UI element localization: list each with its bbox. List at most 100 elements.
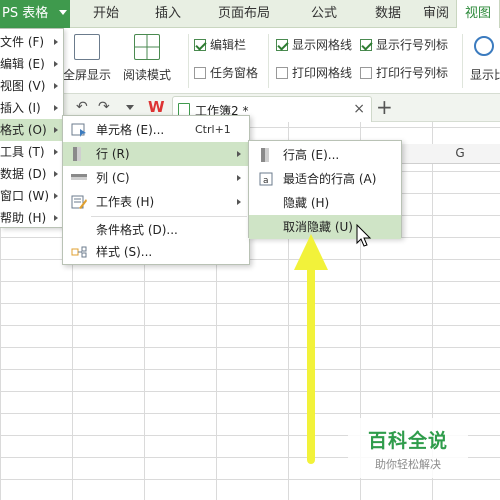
checkbox-label: 编辑栏 bbox=[210, 38, 247, 52]
watermark-logo: 百科全说 助你轻松解决 bbox=[348, 418, 468, 478]
ribbon-divider bbox=[462, 34, 463, 88]
menu-item-column[interactable]: 列 (C) bbox=[63, 166, 249, 190]
tab-view[interactable]: 视图 bbox=[456, 0, 500, 28]
menu-item-label: 行高 (E)... bbox=[283, 148, 340, 162]
wps-menu-label: PS 表格 bbox=[2, 6, 49, 21]
menu-item-data[interactable]: 数据 (D) bbox=[0, 163, 63, 185]
menu-item-label: 隐藏 (H) bbox=[283, 196, 330, 210]
checkbox-checked-icon bbox=[194, 39, 206, 51]
row-height-icon bbox=[261, 148, 269, 162]
chevron-right-icon bbox=[54, 83, 58, 89]
chevron-right-icon bbox=[237, 151, 241, 157]
redo-icon[interactable]: ↷ bbox=[98, 99, 110, 115]
tab-page-layout[interactable]: 页面布局 bbox=[206, 0, 282, 28]
fullscreen-icon bbox=[74, 34, 100, 60]
chevron-down-icon bbox=[59, 10, 67, 15]
zoom-button[interactable]: 显示比 bbox=[468, 34, 500, 83]
checkbox-checked-icon bbox=[360, 39, 372, 51]
quick-access-dropdown-icon[interactable] bbox=[126, 105, 134, 110]
checkbox-print-gridlines[interactable]: 打印网格线 bbox=[276, 64, 352, 82]
sheet-icon bbox=[71, 195, 87, 209]
chevron-right-icon bbox=[54, 171, 58, 177]
annotation-arrow-icon bbox=[294, 234, 328, 464]
tab-home[interactable]: 开始 bbox=[78, 0, 134, 28]
menu-item-shortcut: Ctrl+1 bbox=[195, 123, 231, 136]
menu-item-view[interactable]: 视图 (V) bbox=[0, 75, 63, 97]
chevron-right-icon bbox=[54, 193, 58, 199]
wps-main-menu: 文件 (F) 编辑 (E) 视图 (V) 插入 (I) 格式 (O) 工具 (T… bbox=[0, 28, 64, 228]
checkbox-label: 打印网格线 bbox=[292, 66, 353, 80]
menu-item-row[interactable]: 行 (R) bbox=[63, 142, 249, 166]
ribbon-divider bbox=[268, 34, 269, 88]
menu-item-format[interactable]: 格式 (O) bbox=[0, 119, 63, 141]
chevron-right-icon bbox=[54, 105, 58, 111]
menu-item-style[interactable]: 样式 (S)... bbox=[63, 240, 249, 264]
tab-formulas[interactable]: 公式 bbox=[296, 0, 352, 28]
menu-item-worksheet[interactable]: 工作表 (H) bbox=[63, 190, 249, 214]
checkbox-formula-bar[interactable]: 编辑栏 bbox=[194, 36, 246, 54]
format-submenu: 单元格 (E)... Ctrl+1 行 (R) 列 (C) 工作表 (H) 条件… bbox=[62, 115, 250, 265]
menu-item-label: 文件 (F) bbox=[0, 35, 45, 49]
close-icon[interactable]: × bbox=[353, 101, 365, 117]
checkbox-label: 显示行号列标 bbox=[376, 38, 449, 52]
reading-mode-label: 阅读模式 bbox=[122, 68, 171, 82]
tab-insert[interactable]: 插入 bbox=[142, 0, 194, 28]
menu-item-edit[interactable]: 编辑 (E) bbox=[0, 53, 63, 75]
menu-item-label: 视图 (V) bbox=[0, 79, 46, 93]
menu-item-window[interactable]: 窗口 (W) bbox=[0, 185, 63, 207]
reading-mode-icon bbox=[134, 34, 160, 60]
ribbon-tab-bar: PS 表格 开始 插入 页面布局 公式 数据 审阅 视图 bbox=[0, 0, 500, 28]
checkbox-checked-icon bbox=[276, 39, 288, 51]
reading-mode-button[interactable]: 阅读模式 bbox=[116, 34, 178, 83]
new-tab-button[interactable]: + bbox=[376, 95, 393, 119]
tab-data[interactable]: 数据 bbox=[360, 0, 416, 28]
menu-item-label: 数据 (D) bbox=[0, 167, 47, 181]
checkbox-show-gridlines[interactable]: 显示网格线 bbox=[276, 36, 352, 54]
undo-icon[interactable]: ↶ bbox=[76, 99, 88, 115]
menu-item-label: 编辑 (E) bbox=[0, 57, 45, 71]
chevron-right-icon bbox=[54, 215, 58, 221]
chevron-right-icon bbox=[237, 199, 241, 205]
watermark-title: 百科全说 bbox=[367, 430, 448, 452]
checkbox-unchecked-icon bbox=[360, 67, 372, 79]
column-icon bbox=[71, 174, 87, 180]
menu-item-autofit-row-height[interactable]: a 最适合的行高 (A) bbox=[249, 167, 401, 191]
menu-item-label: 格式 (O) bbox=[0, 123, 47, 137]
checkbox-label: 显示网格线 bbox=[292, 38, 353, 52]
menu-item-row-height[interactable]: 行高 (E)... bbox=[249, 143, 401, 167]
chevron-right-icon bbox=[237, 175, 241, 181]
menu-item-label: 样式 (S)... bbox=[96, 245, 153, 259]
ribbon-divider bbox=[188, 34, 189, 88]
menu-item-label: 插入 (I) bbox=[0, 101, 41, 115]
zoom-label: 显示比 bbox=[469, 68, 500, 82]
menu-item-cell[interactable]: 单元格 (E)... Ctrl+1 bbox=[63, 118, 249, 142]
checkbox-task-pane[interactable]: 任务窗格 bbox=[194, 64, 258, 82]
checkbox-print-headings[interactable]: 打印行号列标 bbox=[360, 64, 448, 82]
menu-item-label: 最适合的行高 (A) bbox=[283, 172, 377, 186]
menu-item-help[interactable]: 帮助 (H) bbox=[0, 207, 63, 229]
menu-item-label: 工具 (T) bbox=[0, 145, 45, 159]
checkbox-unchecked-icon bbox=[276, 67, 288, 79]
menu-item-label: 窗口 (W) bbox=[0, 189, 50, 203]
menu-item-tools[interactable]: 工具 (T) bbox=[0, 141, 63, 163]
checkbox-show-headings[interactable]: 显示行号列标 bbox=[360, 36, 448, 54]
chevron-right-icon bbox=[54, 127, 58, 133]
autofit-row-icon: a bbox=[259, 172, 273, 186]
ribbon-panel: 全屏显示 阅读模式 编辑栏 任务窗格 显示网格线 打印网格线 显示行号列标 打印… bbox=[0, 28, 500, 94]
fullscreen-label: 全屏显示 bbox=[62, 68, 111, 82]
menu-item-label: 条件格式 (D)... bbox=[96, 223, 178, 237]
menu-item-file[interactable]: 文件 (F) bbox=[0, 31, 63, 53]
menu-item-insert[interactable]: 插入 (I) bbox=[0, 97, 63, 119]
tab-review[interactable]: 审阅 bbox=[416, 0, 456, 28]
wps-menu-button[interactable]: PS 表格 bbox=[0, 0, 70, 28]
column-header-g[interactable]: G bbox=[420, 146, 500, 160]
magnifier-icon bbox=[474, 36, 494, 56]
mouse-cursor-icon bbox=[356, 224, 372, 247]
checkbox-label: 打印行号列标 bbox=[376, 66, 449, 80]
menu-item-conditional-format[interactable]: 条件格式 (D)... bbox=[63, 218, 249, 242]
menu-item-hide-row[interactable]: 隐藏 (H) bbox=[249, 191, 401, 215]
menu-divider bbox=[91, 216, 247, 217]
wps-logo-icon: W bbox=[148, 98, 165, 116]
chevron-right-icon bbox=[54, 61, 58, 67]
fullscreen-button[interactable]: 全屏显示 bbox=[62, 34, 112, 83]
